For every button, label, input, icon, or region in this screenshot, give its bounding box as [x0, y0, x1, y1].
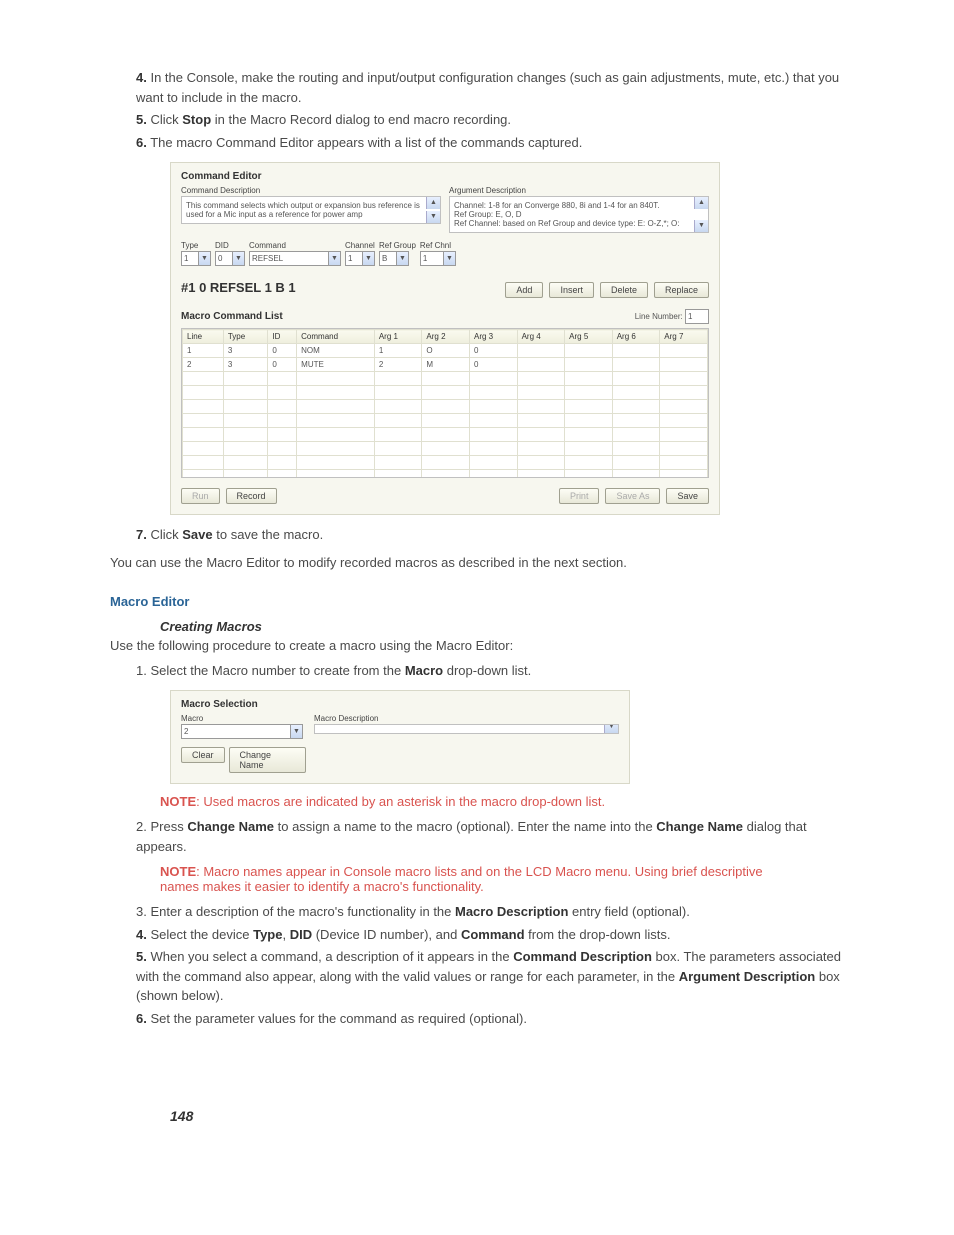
- macro-command-list: LineTypeIDCommandArg 1Arg 2Arg 3Arg 4Arg…: [181, 328, 709, 478]
- table-row[interactable]: 130NOM1O0: [183, 344, 708, 358]
- macro-desc-box[interactable]: ▲ ▼: [314, 724, 619, 734]
- line-number-label: Line Number:: [635, 312, 683, 321]
- paragraph: You can use the Macro Editor to modify r…: [110, 555, 844, 570]
- page-number: 148: [170, 1108, 844, 1124]
- step-text: Set the parameter values for the command…: [150, 1011, 526, 1026]
- column-header: Arg 2: [422, 330, 470, 344]
- table-row[interactable]: [183, 372, 708, 386]
- scroll-down-icon[interactable]: ▼: [426, 211, 440, 223]
- chevron-down-icon: ▼: [363, 251, 375, 266]
- note-1: NOTE: Used macros are indicated by an as…: [160, 794, 844, 809]
- step-number: 5.: [136, 949, 147, 964]
- refchnl-select[interactable]: 1▼: [420, 251, 456, 266]
- step-6: 6. The macro Command Editor appears with…: [136, 133, 844, 153]
- macro-selection-panel: Macro Selection Macro 2▼ Clear Change Na…: [170, 690, 630, 784]
- create-step-3: 3. Enter a description of the macro's fu…: [136, 902, 844, 922]
- step-number: 6.: [136, 135, 147, 150]
- print-button[interactable]: Print: [559, 488, 600, 504]
- delete-button[interactable]: Delete: [600, 282, 648, 298]
- panel-title: Macro Selection: [181, 699, 619, 710]
- replace-button[interactable]: Replace: [654, 282, 709, 298]
- table-row[interactable]: [183, 456, 708, 470]
- command-editor-panel: Command Editor Command Description This …: [170, 162, 720, 515]
- create-step-5: 5. When you select a command, a descript…: [136, 947, 844, 1006]
- chevron-down-icon: ▼: [397, 251, 409, 266]
- scroll-down-icon[interactable]: ▼: [694, 220, 708, 232]
- clear-button[interactable]: Clear: [181, 747, 225, 763]
- insert-button[interactable]: Insert: [549, 282, 594, 298]
- column-header: ID: [268, 330, 297, 344]
- step-text: In the Console, make the routing and inp…: [136, 70, 839, 105]
- table-row[interactable]: [183, 470, 708, 479]
- macro-desc-label: Macro Description: [314, 714, 619, 723]
- macro-select[interactable]: 2▼: [181, 724, 306, 739]
- command-preview: #1 0 REFSEL 1 B 1: [181, 280, 296, 295]
- column-header: Arg 5: [565, 330, 613, 344]
- subsection-heading: Creating Macros: [160, 619, 844, 634]
- create-step-1: 1. Select the Macro number to create fro…: [136, 661, 844, 681]
- chevron-down-icon: ▼: [291, 724, 303, 739]
- type-select[interactable]: 1▼: [181, 251, 211, 266]
- did-select[interactable]: 0▼: [215, 251, 245, 266]
- column-header: Command: [297, 330, 375, 344]
- cmd-desc-box: This command selects which output or exp…: [181, 196, 441, 224]
- step-5: 5. Click Stop in the Macro Record dialog…: [136, 110, 844, 130]
- chevron-down-icon: ▼: [444, 251, 456, 266]
- table-row[interactable]: [183, 414, 708, 428]
- channel-select[interactable]: 1▼: [345, 251, 375, 266]
- step-number: 7.: [136, 527, 147, 542]
- arg-desc-box: Channel: 1-8 for an Converge 880, 8i and…: [449, 196, 709, 233]
- column-header: Line: [183, 330, 224, 344]
- table-row[interactable]: [183, 386, 708, 400]
- macro-label: Macro: [181, 714, 306, 723]
- step-7: 7. Click Save to save the macro.: [136, 525, 844, 545]
- scroll-down-icon[interactable]: ▼: [604, 724, 618, 733]
- line-number-field[interactable]: 1: [685, 309, 709, 324]
- step-number: 4.: [136, 927, 147, 942]
- step-number: 5.: [136, 112, 147, 127]
- table-row[interactable]: [183, 442, 708, 456]
- chevron-down-icon: ▼: [233, 251, 245, 266]
- scroll-up-icon[interactable]: ▲: [426, 197, 440, 209]
- create-step-4: 4. Select the device Type, DID (Device I…: [136, 925, 844, 945]
- table-row[interactable]: [183, 400, 708, 414]
- cmd-desc-label: Command Description: [181, 186, 441, 195]
- note-2: NOTE: Macro names appear in Console macr…: [160, 864, 844, 894]
- change-name-button[interactable]: Change Name: [229, 747, 306, 773]
- paragraph: Use the following procedure to create a …: [110, 638, 844, 653]
- save-button[interactable]: Save: [666, 488, 709, 504]
- macro-command-list-title: Macro Command List: [181, 311, 283, 322]
- chevron-down-icon: ▼: [199, 251, 211, 266]
- column-header: Arg 6: [612, 330, 660, 344]
- arg-desc-label: Argument Description: [449, 186, 709, 195]
- section-heading: Macro Editor: [110, 594, 844, 609]
- column-header: Type: [223, 330, 268, 344]
- column-header: Arg 4: [517, 330, 565, 344]
- command-select[interactable]: REFSEL▼: [249, 251, 341, 266]
- panel-title: Command Editor: [181, 171, 709, 182]
- step-number: 1.: [136, 663, 147, 678]
- step-number: 4.: [136, 70, 147, 85]
- add-button[interactable]: Add: [505, 282, 543, 298]
- refgroup-select[interactable]: B▼: [379, 251, 416, 266]
- step-text: The macro Command Editor appears with a …: [150, 135, 582, 150]
- table-row[interactable]: 230MUTE2M0: [183, 358, 708, 372]
- column-header: Arg 1: [374, 330, 422, 344]
- run-button[interactable]: Run: [181, 488, 220, 504]
- record-button[interactable]: Record: [226, 488, 277, 504]
- step-number: 2.: [136, 819, 147, 834]
- create-step-2: 2. Press Change Name to assign a name to…: [136, 817, 844, 856]
- step-4: 4. In the Console, make the routing and …: [136, 68, 844, 107]
- column-header: Arg 3: [469, 330, 517, 344]
- create-step-6: 6. Set the parameter values for the comm…: [136, 1009, 844, 1029]
- column-header: Arg 7: [660, 330, 708, 344]
- step-number: 6.: [136, 1011, 147, 1026]
- step-number: 3.: [136, 904, 147, 919]
- chevron-down-icon: ▼: [329, 251, 341, 266]
- saveas-button[interactable]: Save As: [605, 488, 660, 504]
- scroll-up-icon[interactable]: ▲: [694, 197, 708, 209]
- table-row[interactable]: [183, 428, 708, 442]
